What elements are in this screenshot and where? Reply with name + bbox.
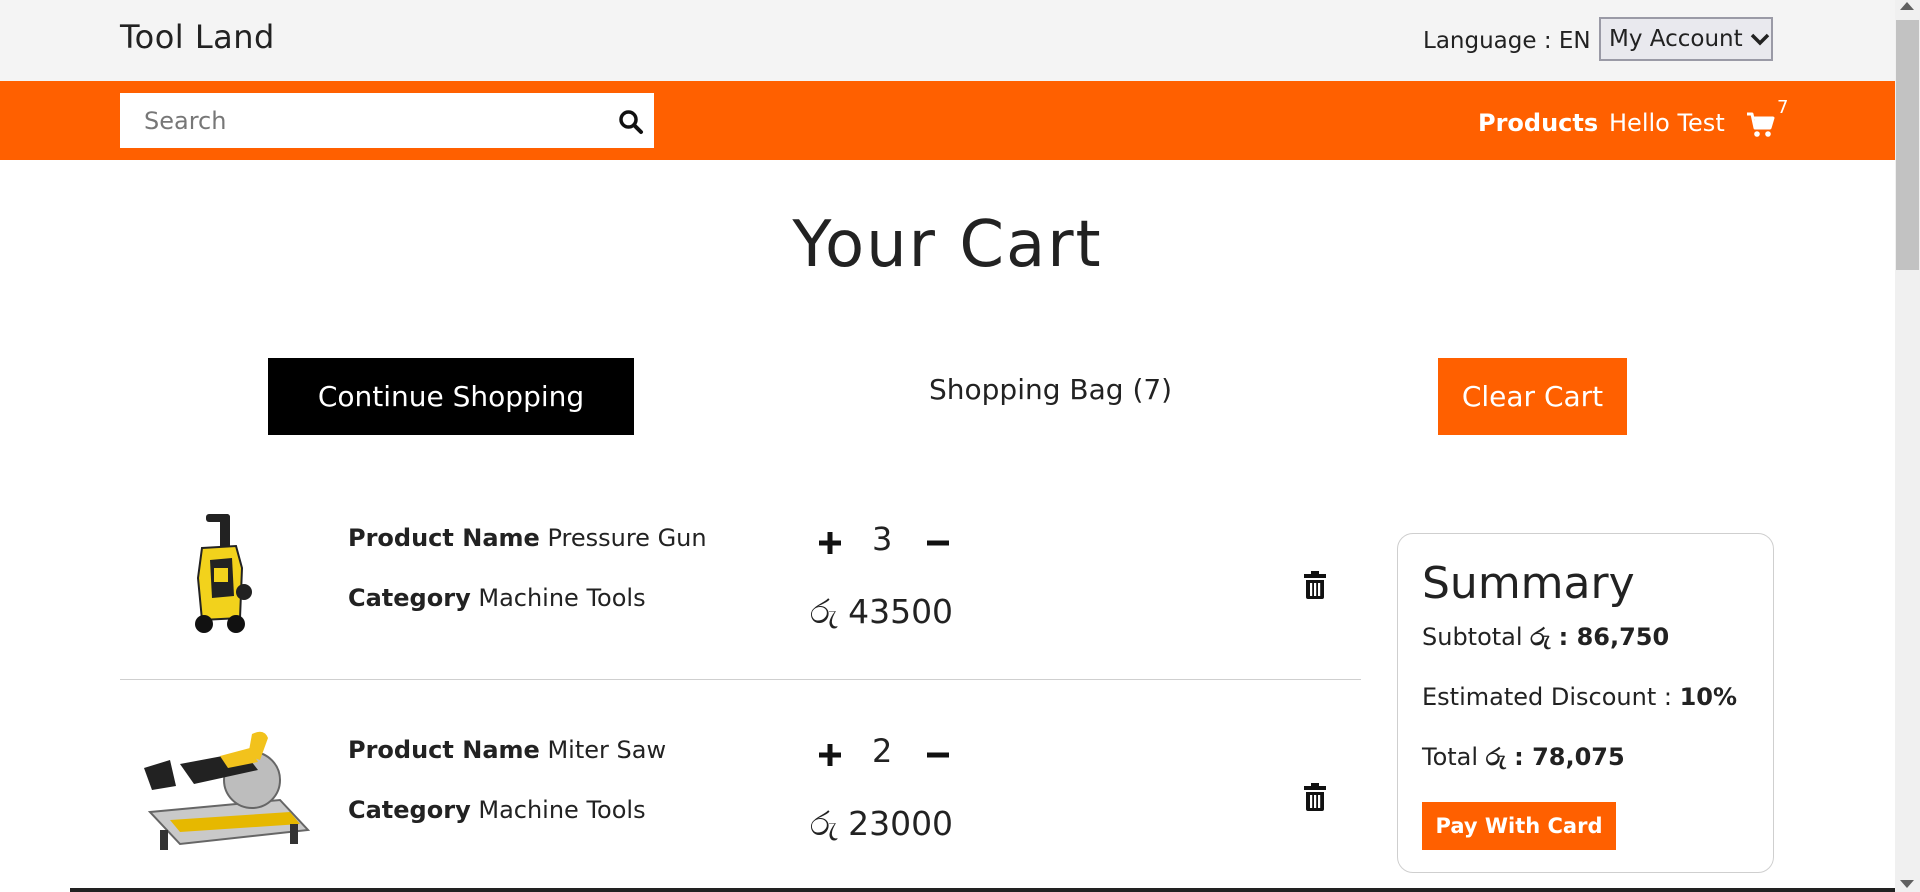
product-image-miter-saw <box>144 731 310 850</box>
product-name-label: Product Name <box>348 524 540 552</box>
total-label: Total <box>1422 743 1479 771</box>
product-name: Pressure Gun <box>547 524 707 552</box>
nav-products-link[interactable]: Products <box>1478 109 1598 137</box>
trash-icon[interactable] <box>1303 782 1327 812</box>
clear-cart-button[interactable]: Clear Cart <box>1438 358 1627 435</box>
product-category: Machine Tools <box>478 796 646 824</box>
plus-icon[interactable] <box>815 528 845 558</box>
summary-discount: Estimated Discount : 10% <box>1422 683 1737 711</box>
top-bar: Tool Land Language : EN My Account <box>0 0 1895 81</box>
summary-total: Total රු : 78,075 <box>1422 743 1625 771</box>
product-image-pressure-gun <box>195 514 252 633</box>
order-summary-panel: Summary Subtotal රු : 86,750 Estimated D… <box>1397 533 1774 873</box>
product-name-line: Product Name Pressure Gun <box>348 524 707 552</box>
shopping-bag-count: Shopping Bag (7) <box>929 373 1173 406</box>
product-category-line: Category Machine Tools <box>348 584 646 612</box>
subtotal-value: රු : 86,750 <box>1530 623 1670 651</box>
quantity-value: 3 <box>872 520 893 558</box>
scroll-up-arrow-icon[interactable] <box>1900 2 1914 10</box>
total-value: රු : 78,075 <box>1485 743 1625 771</box>
scrollbar-thumb[interactable] <box>1896 20 1919 270</box>
product-name-line: Product Name Miter Saw <box>348 736 666 764</box>
cart-item: Product Name Pressure Gun Category Machi… <box>120 468 1361 680</box>
brand-logo[interactable]: Tool Land <box>120 18 275 56</box>
my-account-label: My Account <box>1609 26 1743 52</box>
quantity-value: 2 <box>872 732 893 770</box>
language-selector[interactable]: Language : EN <box>1423 28 1591 54</box>
product-name: Miter Saw <box>547 736 667 764</box>
summary-title: Summary <box>1422 558 1635 609</box>
category-label: Category <box>348 796 471 824</box>
search-box <box>120 93 654 148</box>
scroll-down-arrow-icon[interactable] <box>1900 880 1914 888</box>
cart-count-badge: 7 <box>1777 97 1789 118</box>
chevron-down-icon <box>1750 33 1769 46</box>
bottom-divider <box>70 888 1895 892</box>
minus-icon[interactable] <box>923 740 953 770</box>
item-price: රු 23000 <box>810 804 954 843</box>
category-label: Category <box>348 584 471 612</box>
nav-user-greeting[interactable]: Hello Test <box>1609 109 1725 137</box>
subtotal-label: Subtotal <box>1422 623 1523 651</box>
summary-subtotal: Subtotal රු : 86,750 <box>1422 623 1669 651</box>
cart-icon[interactable] <box>1746 111 1776 139</box>
search-icon[interactable] <box>618 109 644 135</box>
product-category-line: Category Machine Tools <box>348 796 646 824</box>
product-category: Machine Tools <box>478 584 646 612</box>
page-title: Your Cart <box>792 208 1103 282</box>
continue-shopping-button[interactable]: Continue Shopping <box>268 358 634 435</box>
minus-icon[interactable] <box>923 528 953 558</box>
discount-label: Estimated Discount : <box>1422 683 1672 711</box>
my-account-dropdown[interactable]: My Account <box>1599 17 1773 61</box>
pay-with-card-button[interactable]: Pay With Card <box>1422 802 1616 850</box>
discount-value: 10% <box>1679 683 1738 711</box>
main-nav: Products Hello Test 7 <box>0 81 1895 160</box>
plus-icon[interactable] <box>815 740 845 770</box>
trash-icon[interactable] <box>1303 570 1327 600</box>
item-price: රු 43500 <box>810 592 954 631</box>
search-input[interactable] <box>120 93 590 148</box>
product-name-label: Product Name <box>348 736 540 764</box>
cart-item: Product Name Miter Saw Category Machine … <box>120 680 1361 892</box>
